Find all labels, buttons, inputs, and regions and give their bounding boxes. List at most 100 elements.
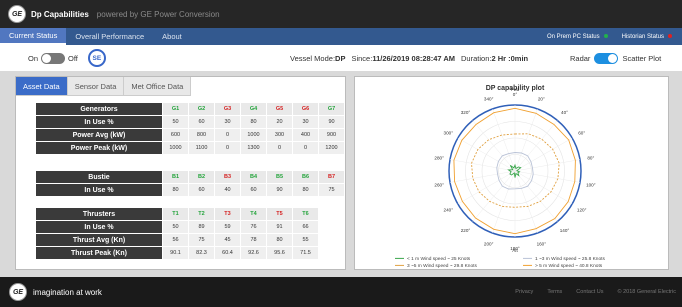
table-cell: 0	[215, 129, 240, 142]
footer-link-terms[interactable]: Terms	[547, 289, 562, 295]
app-footer: GE imagination at work Privacy Terms Con…	[0, 277, 682, 307]
grid-spoke	[514, 170, 538, 234]
generator-col: G2	[189, 103, 214, 116]
angle-tick-label: 40°	[561, 110, 568, 115]
table-cell: 80	[163, 184, 188, 197]
table-cell: 400	[293, 129, 318, 142]
footer-link-contact[interactable]: Contact Us	[576, 289, 603, 295]
ge-logo: GE	[8, 5, 26, 23]
control-bar: On Off SE Vessel Mode: DP Since: 11/26/201…	[0, 45, 682, 71]
angle-tick-label: 120°	[577, 208, 587, 213]
row-label: Power Avg (kW)	[36, 129, 162, 142]
table-cell: 91	[267, 221, 292, 234]
table-row: In Use % 80 60 40 60 90 80 75	[36, 184, 344, 197]
angle-tick-label: 280°	[434, 156, 444, 161]
on-off-toggle[interactable]	[41, 52, 66, 64]
table-cell: 1100	[189, 142, 214, 155]
since-value: 11/26/2019 08:28:47 AM	[372, 53, 456, 63]
app-title: Dp Capabilities	[31, 9, 89, 19]
subtab-asset-data[interactable]: Asset Data	[16, 77, 68, 96]
toggle-knob	[42, 53, 52, 63]
tab-about[interactable]: About	[153, 28, 191, 45]
table-cell: 55	[293, 234, 318, 247]
table-cell: 66	[293, 221, 318, 234]
table-cell: 90	[267, 184, 292, 197]
table-cell: 80	[293, 184, 318, 197]
row-label: Thrust Avg (Kn)	[36, 234, 162, 247]
table-cell: 75	[319, 184, 344, 197]
angle-tick-label: 20°	[538, 97, 545, 102]
row-label: In Use %	[36, 116, 162, 129]
table-cell: 30	[215, 116, 240, 129]
vessel-mode-value: DP	[335, 53, 346, 63]
vessel-info: Vessel Mode: DP Since: 11/26/2019 08:28:47…	[290, 45, 528, 71]
table-cell: 600	[163, 129, 188, 142]
thruster-col: T2	[189, 208, 214, 221]
row-label: Power Peak (kW)	[36, 142, 162, 155]
table-cell: 45	[215, 234, 240, 247]
se-badge[interactable]: SE	[87, 49, 106, 67]
angle-tick-label: 0°	[513, 92, 518, 97]
tab-overall-performance[interactable]: Overall Performance	[66, 28, 153, 45]
row-label: In Use %	[36, 184, 162, 197]
thruster-col: T6	[293, 208, 318, 221]
bustie-table: Bustie B1 B2 B3 B4 B5 B6 B7 In Use % 80 …	[35, 171, 345, 197]
grid-spoke	[492, 108, 516, 172]
duration-label: Duration:	[461, 53, 492, 63]
scatter-label: Scatter Plot	[622, 53, 662, 63]
app-header: GE Dp Capabilities powered by GE Power C…	[0, 0, 682, 28]
table-cell: 1000	[163, 142, 188, 155]
plot-mode-switch: Radar Scatter Plot	[570, 45, 661, 71]
fwd-label: Fwd	[511, 87, 520, 92]
table-row: In Use % 50 89 59 76 91 66	[36, 221, 318, 234]
angle-tick-label: 220°	[461, 228, 471, 233]
generators-header: Generators	[36, 103, 162, 116]
table-cell: 40	[215, 184, 240, 197]
footer-link-privacy[interactable]: Privacy	[515, 289, 533, 295]
subtab-met-office-data[interactable]: Met Office Data	[124, 77, 192, 96]
table-row: Power Peak (kW) 1000 1100 0 1300 0 0 120…	[36, 142, 344, 155]
bustie-col: B2	[189, 171, 214, 184]
dp-capability-radar-chart: DP capability plot0°20°40°60°80°100°120°…	[395, 85, 605, 269]
row-label: Thrust Peak (Kn)	[36, 247, 162, 260]
thrusters-header: Thrusters	[36, 208, 162, 221]
generator-col: G7	[319, 103, 344, 116]
bustie-col: B3	[215, 171, 240, 184]
angle-tick-label: 260°	[434, 182, 444, 187]
row-label: In Use %	[36, 221, 162, 234]
tab-current-status[interactable]: Current Status	[0, 28, 67, 45]
generator-col: G1	[163, 103, 188, 116]
radar-scatter-toggle[interactable]	[594, 52, 619, 64]
bustie-col: B6	[293, 171, 318, 184]
grid-spoke	[514, 170, 558, 222]
onprem-status-label: On Prem PC Status	[546, 33, 600, 40]
angle-tick-label: 340°	[484, 97, 494, 102]
table-cell: 900	[319, 129, 344, 142]
dp-capability-panel: DP capability plot 0° 20° 40° 60° 80° 100° 120°…	[354, 76, 669, 270]
duration-value: 2 Hr :0min	[491, 53, 529, 63]
table-cell: 60	[189, 116, 214, 129]
grid-spoke	[492, 170, 516, 234]
angle-tick-label: 300°	[444, 131, 454, 136]
generator-col: G4	[241, 103, 266, 116]
generator-col: G6	[293, 103, 318, 116]
footer-copyright: © 2018 General Electric	[617, 289, 676, 295]
table-cell: 82.3	[189, 247, 214, 260]
table-cell: 59	[215, 221, 240, 234]
bustie-col: B4	[241, 171, 266, 184]
since-label: Since:	[351, 53, 373, 63]
table-cell: 0	[293, 142, 318, 155]
historian-status: Historian Status	[622, 34, 672, 40]
table-cell: 90	[319, 116, 344, 129]
table-cell: 56	[163, 234, 188, 247]
angle-tick-label: 240°	[444, 208, 454, 213]
asset-data-panel: Asset Data Sensor Data Met Office Data G…	[15, 76, 346, 270]
subtab-sensor-data[interactable]: Sensor Data	[67, 77, 125, 96]
legend-item: 3 ~5 m Wind speed ~ 29.8 Knots	[407, 263, 477, 269]
table-row: Thrust Peak (Kn) 90.1 82.3 60.4 92.6 95.…	[36, 247, 318, 260]
toggle-knob	[608, 53, 618, 63]
onprem-status: On Prem PC Status	[547, 34, 608, 40]
aft-label: Aft	[512, 248, 518, 253]
legend-item: 1 ~3 m Wind speed ~ 25.8 Knots	[535, 256, 605, 262]
table-cell: 60.4	[215, 247, 240, 260]
